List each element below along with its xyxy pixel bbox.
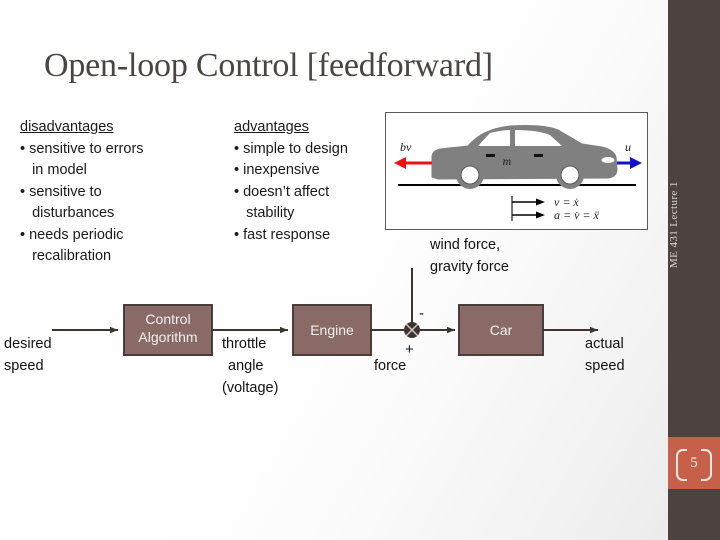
- block-control-algorithm-label-2: Algorithm: [138, 329, 197, 345]
- list-item: • sensitive to errors: [20, 140, 144, 157]
- throttle-label-2: angle: [228, 358, 263, 374]
- acceleration-equation: a = v̇ = ẍ: [554, 208, 600, 222]
- block-diagram: desired speed Control Algorithm throttle…: [0, 230, 668, 410]
- block-car-label: Car: [490, 322, 513, 338]
- advantages-column: advantages • simple to design • inexpens…: [234, 117, 348, 246]
- list-item: disturbances: [20, 205, 115, 221]
- sum-plus-sign: +: [405, 341, 414, 358]
- sidebar-course-label: ME 431 Lecture 1: [668, 181, 680, 269]
- list-item: • inexpensive: [234, 162, 320, 178]
- disadvantages-heading: disadvantages: [20, 119, 114, 135]
- list-item: • sensitive to: [20, 183, 102, 200]
- input-force-arrow: [617, 157, 642, 169]
- page-number: 5: [690, 454, 698, 471]
- disturbance-label-2: gravity force: [430, 259, 509, 275]
- block-car[interactable]: Car: [458, 304, 544, 356]
- velocity-equation: v = ẋ: [554, 195, 579, 209]
- advantages-heading: advantages: [234, 119, 309, 135]
- desired-speed-label-1: desired: [4, 336, 52, 352]
- list-item: stability: [234, 205, 295, 221]
- drag-force-label: bv: [400, 140, 412, 154]
- page-number-badge: 5: [668, 437, 720, 489]
- list-item: • doesn’t affect: [234, 183, 330, 200]
- throttle-label-1: throttle: [222, 336, 266, 352]
- drag-force-arrow: [394, 157, 432, 169]
- kinematics-equations: v = ẋ a = v̇ = ẍ: [511, 195, 600, 222]
- block-engine-label: Engine: [310, 322, 354, 338]
- slide-canvas: Open-loop Control [feedforward] disadvan…: [0, 0, 720, 540]
- block-control-algorithm[interactable]: Control Algorithm: [123, 304, 213, 356]
- disturbance-label-1: wind force,: [429, 237, 500, 253]
- throttle-label-3: (voltage): [222, 380, 278, 396]
- input-force-label: u: [625, 140, 631, 154]
- list-item: • simple to design: [234, 140, 348, 157]
- page-title: Open-loop Control [feedforward]: [44, 47, 493, 84]
- car-free-body-figure: m bv u v = ẋ a = v̇ = ẍ: [385, 112, 648, 230]
- mass-label: m: [503, 154, 512, 168]
- desired-speed-label-2: speed: [4, 358, 44, 374]
- actual-speed-label-1: actual: [585, 336, 624, 352]
- actual-speed-label-2: speed: [585, 358, 625, 374]
- sum-minus-sign: -: [419, 305, 424, 322]
- list-item: in model: [20, 162, 87, 178]
- car-illustration: [431, 125, 618, 189]
- block-control-algorithm-label-1: Control: [145, 311, 190, 327]
- block-engine[interactable]: Engine: [292, 304, 372, 356]
- summing-junction: [404, 322, 420, 338]
- force-label: force: [374, 358, 406, 374]
